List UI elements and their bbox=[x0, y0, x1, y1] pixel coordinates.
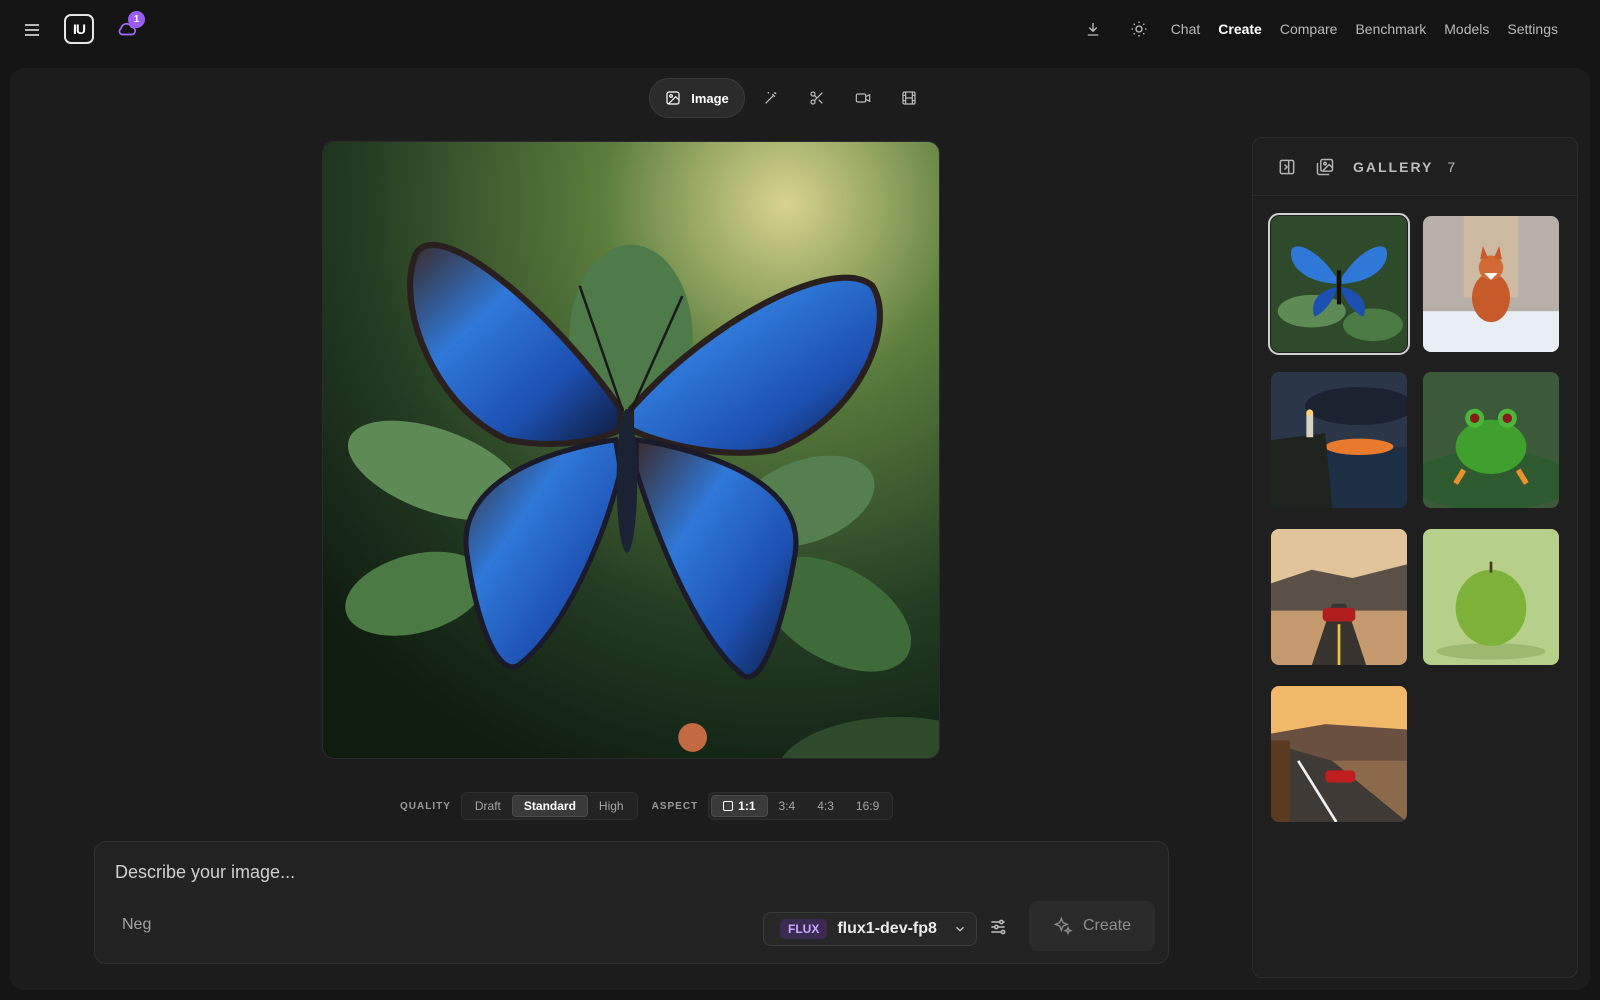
aspect-1-1-label: 1:1 bbox=[738, 799, 756, 813]
gallery-thumb-lighthouse[interactable] bbox=[1271, 372, 1407, 508]
gallery-header: GALLERY 7 bbox=[1253, 138, 1577, 196]
aspect-16-9[interactable]: 16:9 bbox=[845, 795, 890, 817]
hamburger-icon[interactable] bbox=[20, 18, 44, 42]
quality-selector: Draft Standard High bbox=[460, 792, 638, 820]
aspect-selector: 1:1 3:4 4:3 16:9 bbox=[708, 792, 894, 820]
aspect-3-4[interactable]: 3:4 bbox=[768, 795, 807, 817]
nav-benchmark[interactable]: Benchmark bbox=[1353, 21, 1428, 37]
app-logo[interactable]: IU bbox=[64, 14, 94, 44]
aspect-1-1[interactable]: 1:1 bbox=[711, 795, 768, 817]
video-camera-icon[interactable] bbox=[843, 78, 883, 118]
sliders-icon[interactable] bbox=[988, 917, 1012, 941]
create-button[interactable]: Create bbox=[1029, 901, 1155, 951]
negative-prompt-input[interactable]: Neg bbox=[122, 916, 151, 934]
nav-models[interactable]: Models bbox=[1442, 21, 1491, 37]
top-bar: IU 1 Chat Create Compare Benchmark Model… bbox=[0, 0, 1600, 62]
nav-create[interactable]: Create bbox=[1216, 21, 1264, 37]
gallery-count: 7 bbox=[1447, 158, 1457, 175]
generated-image-butterfly[interactable] bbox=[322, 141, 940, 759]
magic-wand-icon[interactable] bbox=[751, 78, 791, 118]
sparkles-icon bbox=[1053, 916, 1073, 936]
image-icon bbox=[666, 91, 680, 105]
notification-badge: 1 bbox=[128, 11, 145, 28]
download-icon[interactable] bbox=[1077, 13, 1109, 45]
quality-high[interactable]: High bbox=[588, 795, 635, 817]
aspect-label: ASPECT bbox=[651, 800, 699, 812]
gallery-thumb-apple[interactable] bbox=[1423, 529, 1559, 665]
model-select[interactable]: FLUX flux1-dev-fp8 bbox=[763, 912, 977, 946]
aspect-4-3[interactable]: 4:3 bbox=[806, 795, 845, 817]
nav-settings[interactable]: Settings bbox=[1505, 21, 1560, 37]
top-nav: Chat Create Compare Benchmark Models Set… bbox=[1077, 0, 1560, 58]
collapse-panel-icon[interactable] bbox=[1277, 157, 1297, 177]
mode-image-button[interactable]: Image bbox=[649, 78, 745, 118]
square-icon bbox=[723, 801, 734, 811]
film-icon[interactable] bbox=[889, 78, 929, 118]
gallery-title: GALLERY bbox=[1353, 158, 1434, 175]
prompt-input[interactable]: Describe your image... bbox=[115, 862, 295, 883]
chevron-down-icon bbox=[955, 926, 964, 932]
mode-toolbar: Image bbox=[649, 77, 929, 119]
gallery-thumb-fox[interactable] bbox=[1423, 216, 1559, 352]
mode-image-label: Image bbox=[691, 90, 729, 106]
gallery-thumb-car-sunset[interactable] bbox=[1271, 686, 1407, 822]
scissors-icon[interactable] bbox=[797, 78, 837, 118]
gallery-thumb-frog[interactable] bbox=[1423, 372, 1559, 508]
logo-text: IU bbox=[73, 21, 86, 37]
nav-compare[interactable]: Compare bbox=[1278, 21, 1340, 37]
theme-sun-icon[interactable] bbox=[1123, 13, 1155, 45]
model-name: flux1-dev-fp8 bbox=[837, 920, 937, 937]
gallery-thumb-car-road[interactable] bbox=[1271, 529, 1407, 665]
nav-chat[interactable]: Chat bbox=[1169, 21, 1203, 37]
model-family-tag: FLUX bbox=[780, 919, 828, 939]
gallery-icon bbox=[1316, 158, 1334, 175]
quality-standard[interactable]: Standard bbox=[511, 795, 588, 817]
prompt-card: Describe your image... Neg FLUX flux1-de… bbox=[94, 841, 1169, 964]
quality-draft[interactable]: Draft bbox=[464, 795, 512, 817]
create-button-label: Create bbox=[1082, 917, 1132, 934]
quality-label: QUALITY bbox=[400, 800, 451, 812]
generation-settings: QUALITY Draft Standard High ASPECT 1:1 3… bbox=[400, 792, 901, 820]
gallery-thumb-butterfly[interactable] bbox=[1268, 213, 1410, 355]
gallery-panel: GALLERY 7 bbox=[1252, 137, 1578, 978]
